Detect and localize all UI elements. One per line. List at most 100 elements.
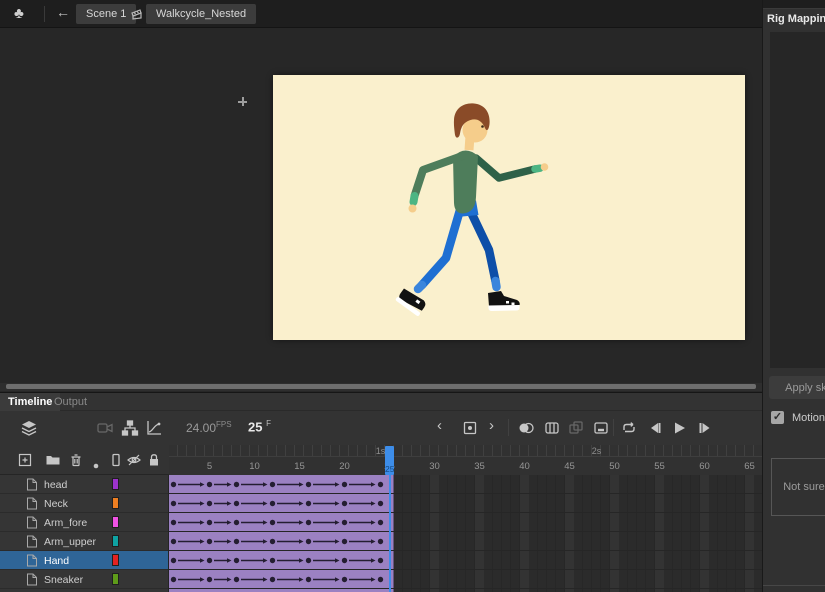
character-front-cuff[interactable] [414, 196, 415, 202]
layer-row-neck[interactable]: Neck [0, 494, 168, 513]
not-sure-button[interactable]: Not sure [771, 458, 825, 516]
keyframe-dot[interactable] [234, 482, 239, 487]
new-folder-button[interactable] [45, 452, 61, 468]
layer-row-hand[interactable]: Hand [0, 551, 168, 570]
frames-row-arm_upper[interactable] [169, 532, 762, 551]
keyframe-dot[interactable] [207, 501, 212, 506]
keyframe-dot[interactable] [342, 558, 347, 563]
keyframe-dot[interactable] [234, 577, 239, 582]
keyframe-dot[interactable] [207, 482, 212, 487]
keyframe-dot[interactable] [234, 520, 239, 525]
highlight-dot-icon[interactable] [92, 457, 108, 473]
keyframe-dot[interactable] [306, 539, 311, 544]
tween-span[interactable] [169, 494, 394, 512]
frames-row-hand[interactable] [169, 551, 762, 570]
layer-row-sneaker[interactable]: Sneaker [0, 570, 168, 589]
lock-all-layers-icon[interactable] [146, 452, 162, 468]
keyframe-dot[interactable] [342, 501, 347, 506]
keyframe-dot[interactable] [207, 539, 212, 544]
keyframe-dot[interactable] [171, 501, 176, 506]
layer-row-arm_fore[interactable]: Arm_fore [0, 513, 168, 532]
keyframe-dot[interactable] [378, 482, 383, 487]
next-keyframe-button[interactable]: › [489, 417, 507, 435]
keyframe-dot[interactable] [306, 577, 311, 582]
tween-span[interactable] [169, 513, 394, 531]
breadcrumb-symbol[interactable]: Walkcycle_Nested [146, 4, 256, 24]
previous-keyframe-button[interactable]: ‹ [437, 417, 455, 435]
character-back-arm[interactable] [476, 158, 535, 178]
character-back-hand[interactable] [541, 163, 549, 171]
keyframe-dot[interactable] [270, 520, 275, 525]
keyframe-dot[interactable] [234, 558, 239, 563]
horizontal-scrollbar-thumb[interactable] [6, 384, 756, 389]
keyframe-dot[interactable] [342, 577, 347, 582]
character-front-jeans-cuff[interactable] [418, 285, 422, 289]
tween-span[interactable] [169, 475, 394, 493]
onion-skin-outlines-button[interactable] [543, 419, 561, 437]
character-front-leg[interactable] [422, 210, 460, 285]
rig-preview-area[interactable] [770, 32, 825, 368]
camera-icon[interactable] [96, 419, 114, 437]
keyframe-dot[interactable] [207, 520, 212, 525]
keyframe-dot[interactable] [270, 577, 275, 582]
keyframe-dot[interactable] [342, 539, 347, 544]
keyframe-dot[interactable] [378, 558, 383, 563]
center-frame-button[interactable] [592, 419, 610, 437]
layer-color-chip[interactable] [112, 573, 119, 585]
keyframe-dot[interactable] [378, 577, 383, 582]
frames-row-sneaker[interactable] [169, 570, 762, 589]
onion-skin-button[interactable] [517, 419, 535, 437]
keyframe-dot[interactable] [270, 482, 275, 487]
layer-row-arm_upper[interactable]: Arm_upper [0, 532, 168, 551]
keyframe-dot[interactable] [171, 577, 176, 582]
loop-button[interactable] [620, 419, 638, 437]
tween-span[interactable] [169, 551, 394, 569]
keyframe-dot[interactable] [207, 577, 212, 582]
keyframe-dot[interactable] [171, 520, 176, 525]
keyframe-dot[interactable] [342, 520, 347, 525]
graph-editor-icon[interactable] [145, 419, 163, 437]
keyframe-dot[interactable] [207, 558, 212, 563]
keyframe-dot[interactable] [306, 520, 311, 525]
fps-display[interactable]: 24.00FPS [186, 420, 232, 435]
keyframe-dot[interactable] [270, 558, 275, 563]
layer-color-chip[interactable] [112, 478, 119, 490]
layer-color-chip[interactable] [112, 535, 119, 547]
play-button[interactable] [670, 419, 688, 437]
new-layer-button[interactable] [17, 452, 33, 468]
layer-color-chip[interactable] [112, 497, 119, 509]
layer-color-chip[interactable] [112, 554, 119, 566]
layer-row-head[interactable]: head [0, 475, 168, 494]
outline-column-icon[interactable] [108, 452, 124, 468]
pasteboard[interactable] [0, 28, 762, 384]
character-back-leg[interactable] [470, 210, 496, 281]
character-back-shoe[interactable] [488, 291, 520, 311]
frames-row-arm_fore[interactable] [169, 513, 762, 532]
back-arrow-icon[interactable]: ← [56, 4, 70, 20]
tween-span[interactable] [169, 532, 394, 550]
motion-checkbox[interactable]: ✓ [771, 411, 784, 424]
keyframe-dot[interactable] [171, 558, 176, 563]
keyframe-dot[interactable] [270, 501, 275, 506]
breadcrumb-scene[interactable]: Scene 1 [76, 4, 136, 24]
character-front-hand[interactable] [409, 205, 417, 213]
playhead-marker[interactable]: 25 [385, 446, 394, 475]
edit-multiple-frames-button[interactable] [567, 419, 585, 437]
delete-layer-button[interactable] [68, 452, 84, 468]
walkcycle-character[interactable] [273, 75, 745, 340]
hide-all-layers-icon[interactable] [126, 452, 142, 468]
frames-grid[interactable] [169, 475, 762, 592]
character-back-cuff[interactable] [535, 168, 540, 169]
keyframe-dot[interactable] [378, 520, 383, 525]
keyframe-dot[interactable] [342, 482, 347, 487]
keyframe-dot[interactable] [378, 501, 383, 506]
layer-color-chip[interactable] [112, 516, 119, 528]
current-frame-display[interactable]: 25 F [248, 419, 271, 434]
step-forward-button[interactable] [696, 419, 714, 437]
keyframe-dot[interactable] [234, 539, 239, 544]
tab-output[interactable]: Output [46, 393, 95, 411]
character-back-jeans-cuff[interactable] [496, 281, 497, 287]
frames-row-head[interactable] [169, 475, 762, 494]
step-back-button[interactable] [646, 419, 664, 437]
keyframe-dot[interactable] [270, 539, 275, 544]
